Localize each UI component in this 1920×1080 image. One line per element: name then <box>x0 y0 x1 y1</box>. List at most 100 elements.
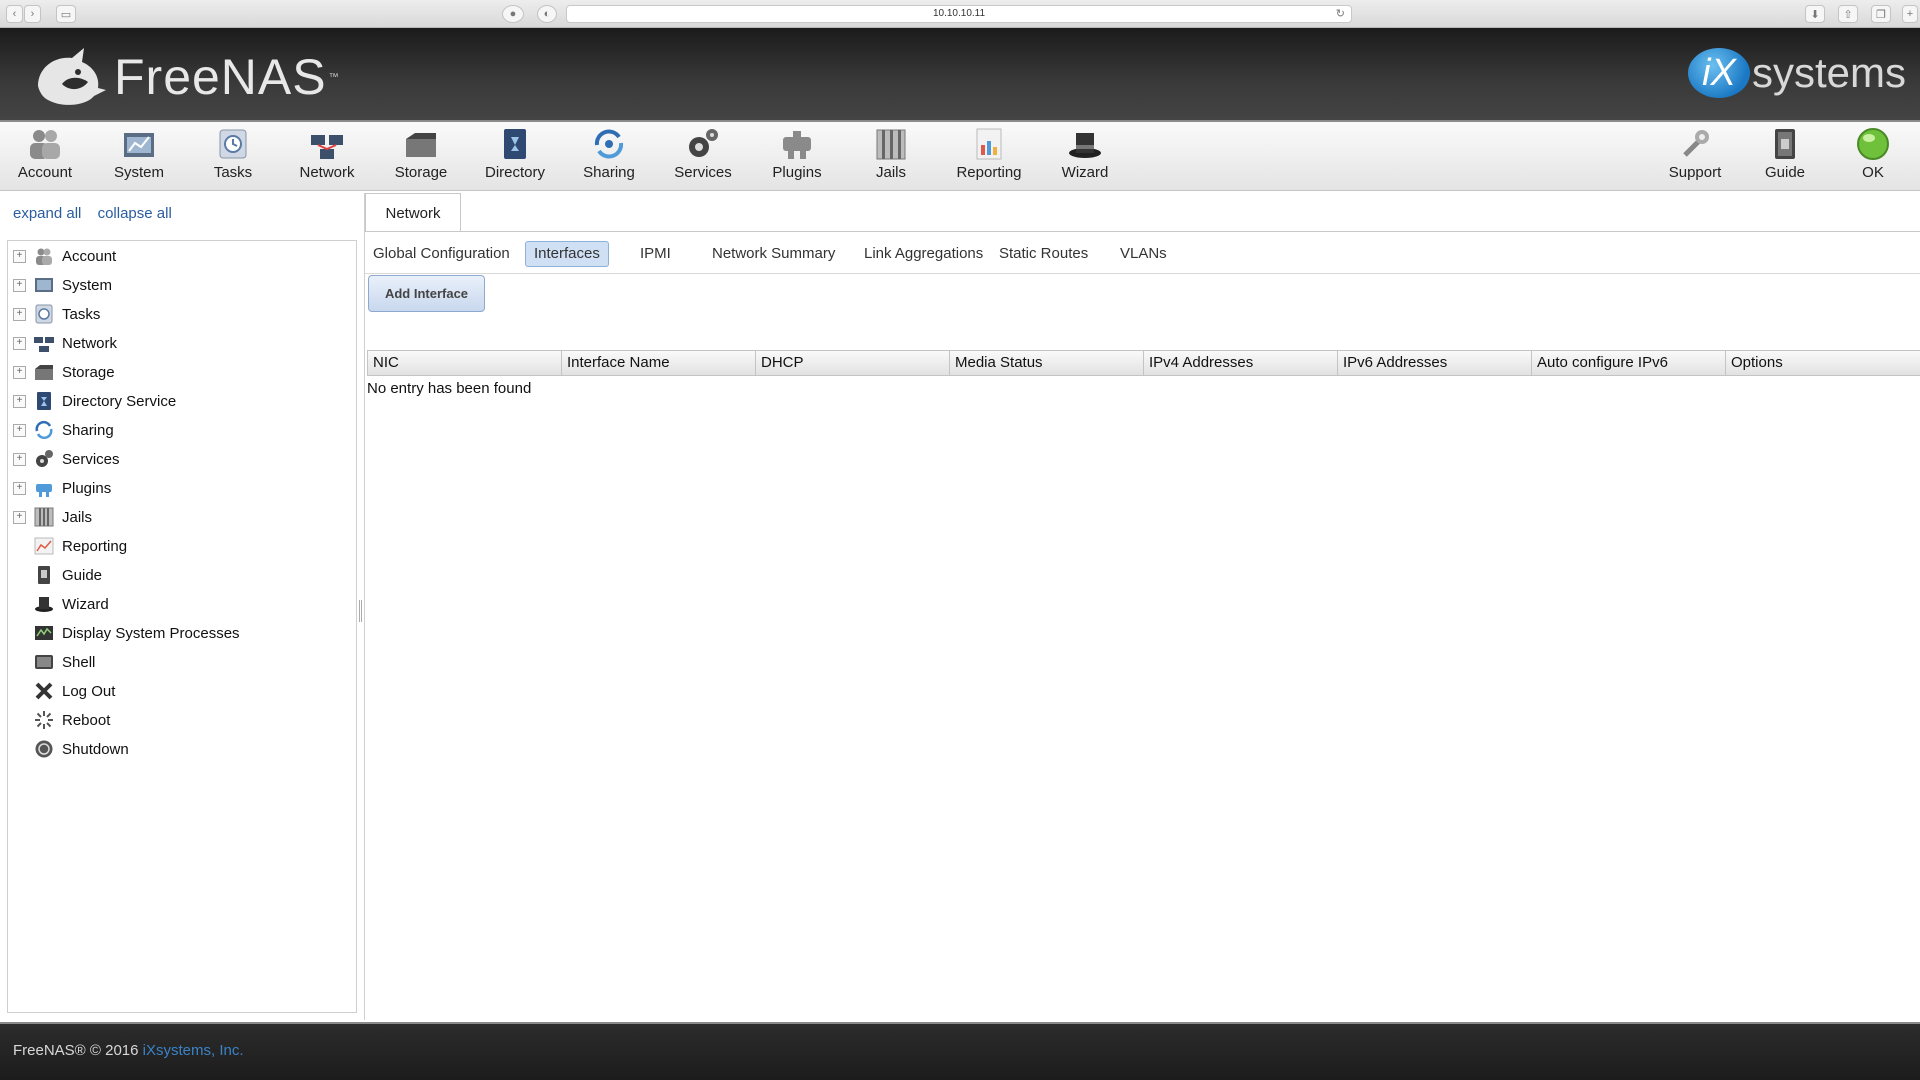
tree-item-sharing[interactable]: + Sharing <box>8 418 114 442</box>
tree-item-label: Account <box>62 247 117 265</box>
expand-icon[interactable]: + <box>13 307 26 321</box>
expand-icon[interactable]: + <box>13 481 26 495</box>
extension-icon[interactable]: ● <box>502 5 524 23</box>
toolbar-label: Account <box>17 164 73 181</box>
company-link[interactable]: iXsystems, Inc. <box>143 1042 244 1059</box>
tree-item-storage[interactable]: + Storage <box>8 360 115 384</box>
toolbar-network[interactable]: Network <box>282 127 372 187</box>
tree-item-display-system-processes[interactable]: Display System Processes <box>8 621 240 645</box>
column-header-ipv6-addresses[interactable]: IPv6 Addresses <box>1338 351 1532 375</box>
subtab-interfaces[interactable]: Interfaces <box>525 241 609 267</box>
tree-item-shutdown[interactable]: Shutdown <box>8 737 129 761</box>
reload-icon[interactable]: ↻ <box>1336 6 1345 22</box>
toolbar-label: Tasks <box>213 164 253 181</box>
toolbar-directory[interactable]: Directory <box>470 127 560 187</box>
toolbar-label: Network <box>299 164 355 181</box>
toolbar-support[interactable]: Support <box>1650 127 1740 187</box>
expand-icon[interactable]: + <box>13 394 26 408</box>
services-icon <box>689 129 718 157</box>
tree-item-tasks[interactable]: + Tasks <box>8 302 100 326</box>
ix-text: systems <box>1751 49 1906 96</box>
column-header-auto-configure-ipv6[interactable]: Auto configure IPv6 <box>1532 351 1726 375</box>
tree-item-directory-service[interactable]: + Directory Service <box>8 389 176 413</box>
expand-icon[interactable]: + <box>13 336 26 350</box>
toolbar-tasks[interactable]: Tasks <box>188 127 278 187</box>
tree-item-wizard[interactable]: Wizard <box>8 592 109 616</box>
toolbar-reporting[interactable]: Reporting <box>944 127 1034 187</box>
subtab-network-summary[interactable]: Network Summary <box>704 241 843 267</box>
freenas-logo[interactable]: FreeNAS ™ <box>32 46 339 108</box>
tree-item-network[interactable]: + Network <box>8 331 117 355</box>
toolbar-system[interactable]: System <box>94 127 184 187</box>
expand-all-link[interactable]: expand all <box>13 205 81 222</box>
add-interface-button[interactable]: Add Interface <box>368 275 485 312</box>
tree-item-account[interactable]: + Account <box>8 244 116 268</box>
collapse-all-link[interactable]: collapse all <box>98 205 172 222</box>
tree-item-jails[interactable]: + Jails <box>8 505 92 529</box>
download-icon[interactable]: ⬇ <box>1805 5 1825 23</box>
column-header-interface-name[interactable]: Interface Name <box>562 351 756 375</box>
expand-icon[interactable]: + <box>13 249 26 263</box>
subtab-global-configuration[interactable]: Global Configuration <box>365 241 518 267</box>
tree-item-label: Shell <box>62 653 96 671</box>
tree-item-system[interactable]: + System <box>8 273 112 297</box>
directory-icon <box>37 392 51 410</box>
expand-icon[interactable]: + <box>13 510 26 524</box>
address-bar[interactable]: 10.10.10.11 ↻ <box>566 5 1352 23</box>
tree-controls: expand all collapse all <box>13 205 184 222</box>
privacy-icon[interactable]: ◐ <box>537 5 557 23</box>
expand-icon[interactable]: + <box>13 423 26 437</box>
brand-name: FreeNAS <box>114 49 327 105</box>
toolbar-services[interactable]: Services <box>658 127 748 187</box>
guide-icon <box>38 566 50 584</box>
tree-item-plugins[interactable]: + Plugins <box>8 476 111 500</box>
toolbar-account[interactable]: Account <box>0 127 90 187</box>
tree-item-services[interactable]: + Services <box>8 447 120 471</box>
tree-item-label: Directory Service <box>62 392 177 410</box>
share-icon[interactable]: ⇧ <box>1838 5 1858 23</box>
tree-item-guide[interactable]: Guide <box>8 563 102 587</box>
toolbar-sharing[interactable]: Sharing <box>564 127 654 187</box>
toolbar-wizard[interactable]: Wizard <box>1040 127 1130 187</box>
tree-item-log-out[interactable]: Log Out <box>8 679 115 703</box>
expand-icon[interactable]: + <box>13 365 26 379</box>
expand-icon[interactable]: + <box>13 278 26 292</box>
toolbar-storage[interactable]: Storage <box>376 127 466 187</box>
subtab-link-aggregations[interactable]: Link Aggregations <box>856 241 991 267</box>
column-header-dhcp[interactable]: DHCP <box>756 351 950 375</box>
toolbar-label: Storage <box>394 164 448 181</box>
tabs-icon[interactable]: ❐ <box>1871 5 1891 23</box>
guide-icon <box>1775 129 1795 159</box>
support-icon <box>1683 130 1709 157</box>
toolbar-guide[interactable]: Guide <box>1740 127 1830 187</box>
column-header-media-status[interactable]: Media Status <box>950 351 1144 375</box>
expand-icon[interactable]: + <box>13 452 26 466</box>
tab-network[interactable]: Network <box>365 193 461 231</box>
subtab-ipmi[interactable]: IPMI <box>632 241 679 267</box>
back-icon[interactable]: ‹ <box>6 5 23 23</box>
toolbar-plugins[interactable]: Plugins <box>752 127 842 187</box>
tasks-icon <box>35 304 53 324</box>
footer-copyright: FreeNAS® © 2016 iXsystems, Inc. <box>13 1042 244 1059</box>
ix-mark: iX <box>1687 48 1750 98</box>
storage-icon <box>406 133 436 157</box>
column-header-options[interactable]: Options <box>1726 351 1920 375</box>
pane-splitter[interactable] <box>359 600 362 622</box>
column-header-nic[interactable]: NIC <box>368 351 562 375</box>
subtab-vlans[interactable]: VLANs <box>1112 241 1175 267</box>
subtab-static-routes[interactable]: Static Routes <box>991 241 1096 267</box>
tree-item-label: Storage <box>62 363 115 381</box>
logout-icon <box>35 682 53 700</box>
tree-item-reporting[interactable]: Reporting <box>8 534 127 558</box>
toolbar-status-ok[interactable]: OK <box>1828 127 1918 187</box>
tree-item-reboot[interactable]: Reboot <box>8 708 110 732</box>
forward-icon[interactable]: › <box>24 5 41 23</box>
new-tab-icon[interactable]: + <box>1902 5 1918 23</box>
column-header-ipv4-addresses[interactable]: IPv4 Addresses <box>1144 351 1338 375</box>
account-icon <box>30 130 60 159</box>
tree-item-shell[interactable]: Shell <box>8 650 95 674</box>
sidebar-toggle-icon[interactable]: ▭ <box>56 5 76 23</box>
toolbar-jails[interactable]: Jails <box>846 127 936 187</box>
sharing-icon <box>594 129 624 159</box>
toolbar-label: OK <box>1862 164 1884 181</box>
